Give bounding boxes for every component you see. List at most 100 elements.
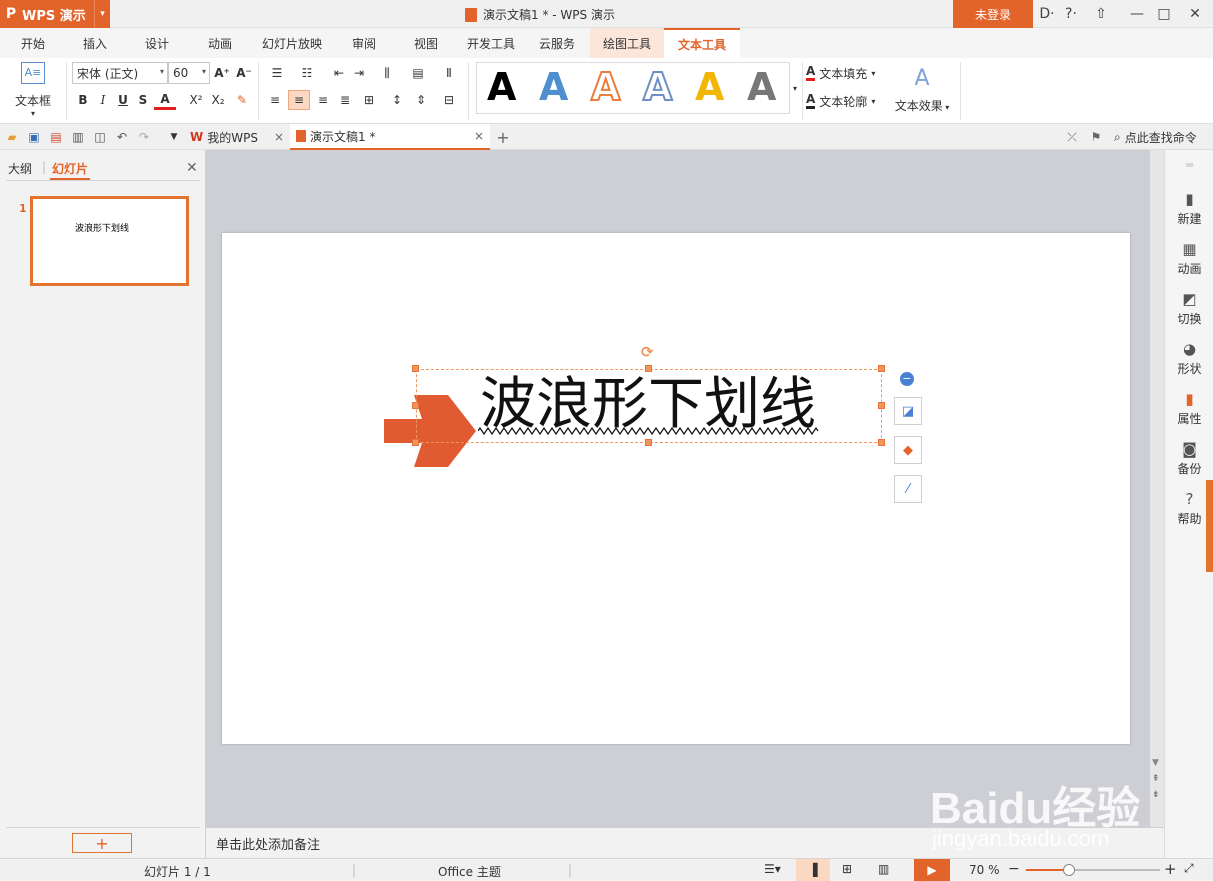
paragraph-spacing-icon[interactable]: ⇕ — [410, 90, 432, 110]
text-style-black[interactable]: A — [487, 65, 516, 109]
align-right-icon[interactable]: ≡ — [314, 90, 332, 110]
pane-expand-handle[interactable] — [1206, 480, 1213, 572]
zoom-level[interactable]: 70 % — [969, 863, 1000, 877]
align-center-icon[interactable]: ≡ — [288, 90, 310, 110]
slide-thumbnail[interactable]: 波浪形下划线 — [30, 196, 189, 286]
font-color-button[interactable]: A — [154, 90, 176, 110]
tab-slideshow[interactable]: 幻灯片放映 — [250, 28, 334, 58]
close-icon[interactable]: × — [274, 130, 284, 144]
resize-handle[interactable] — [878, 439, 885, 446]
text-style-outline-blue[interactable]: A — [642, 64, 673, 110]
share-upload-icon[interactable]: ⇧ — [1090, 0, 1112, 28]
decrease-indent-icon[interactable]: ⇤ — [330, 63, 348, 83]
open-folder-icon[interactable]: ▰ — [4, 129, 20, 145]
tab-outline[interactable]: 大纲 — [8, 160, 32, 177]
notes-toggle-icon[interactable]: ☰▾ — [764, 862, 781, 876]
tab-review[interactable]: 审阅 — [334, 28, 394, 58]
bold-button[interactable]: B — [74, 90, 92, 110]
grow-font-button[interactable]: A⁺ — [212, 63, 232, 83]
tab-insert[interactable]: 插入 — [66, 28, 124, 58]
customize-toolbar-icon[interactable]: ▼ — [166, 129, 182, 145]
close-icon[interactable]: × — [474, 129, 484, 143]
font-size-select[interactable]: 60 ▾ — [168, 62, 210, 84]
paragraph-settings-icon[interactable]: ⊟ — [436, 90, 462, 110]
task-properties-button[interactable]: ▮ 属性 — [1165, 390, 1213, 427]
text-style-orange[interactable]: A — [590, 64, 621, 110]
task-animation-button[interactable]: ▦ 动画 — [1165, 240, 1213, 277]
tab-slides[interactable]: 幻灯片 — [52, 160, 88, 177]
new-tab-icon[interactable]: + — [495, 128, 511, 147]
text-direction-icon[interactable]: ⫼ — [374, 63, 400, 83]
print-icon[interactable]: ▥ — [70, 129, 86, 145]
app-menu-dropdown-icon[interactable]: ▾ — [94, 0, 110, 28]
close-pane-icon[interactable]: ✕ — [186, 160, 198, 176]
scroll-down-icon[interactable]: ▼ — [1152, 758, 1159, 768]
line-spacing-icon[interactable]: ↕ — [386, 90, 408, 110]
tab-document[interactable]: 演示文稿1 * × — [290, 124, 490, 150]
prev-slide-icon[interactable]: ⇞ — [1152, 774, 1160, 784]
fill-bucket-icon[interactable]: ◆ — [894, 436, 922, 464]
bullet-list-icon[interactable]: ☰ — [264, 63, 290, 83]
text-fill-button[interactable]: A 文本填充 ▾ — [806, 62, 875, 84]
help-menu-icon[interactable]: ?· — [1060, 0, 1082, 28]
export-pdf-icon[interactable]: ▤ — [48, 129, 64, 145]
tab-animation[interactable]: 动画 — [190, 28, 250, 58]
align-text-icon[interactable]: ▤ — [404, 63, 432, 83]
text-outline-button[interactable]: A 文本轮廓 ▾ — [806, 90, 875, 112]
resize-handle[interactable] — [878, 365, 885, 372]
play-slideshow-icon[interactable]: ▶ — [914, 859, 950, 881]
distribute-icon[interactable]: ⊞ — [358, 90, 380, 110]
app-menu-button[interactable]: P WPS 演示 ▾ — [0, 0, 110, 28]
minimize-icon[interactable]: — — [1124, 0, 1150, 28]
resize-handle[interactable] — [412, 365, 419, 372]
superscript-button[interactable]: X² — [186, 90, 206, 110]
zoom-in-icon[interactable]: + — [1164, 860, 1177, 878]
undo-icon[interactable]: ↶ — [114, 129, 130, 145]
text-style-blue[interactable]: A — [539, 65, 568, 109]
next-slide-icon[interactable]: ⇟ — [1152, 790, 1160, 800]
font-name-select[interactable]: 宋体 (正文) ▾ — [72, 62, 168, 84]
zoom-slider-thumb[interactable] — [1062, 864, 1075, 876]
italic-button[interactable]: I — [94, 90, 112, 110]
text-columns-icon[interactable]: Ⅱ — [436, 63, 462, 83]
shape-style-icon[interactable]: ◪ — [894, 397, 922, 425]
resize-handle[interactable] — [645, 365, 652, 372]
close-window-icon[interactable]: ✕ — [1182, 0, 1208, 28]
resize-handle[interactable] — [645, 439, 652, 446]
shrink-font-button[interactable]: A⁻ — [234, 63, 254, 83]
text-style-yellow[interactable]: A — [695, 65, 724, 109]
save-icon[interactable]: ▣ — [26, 129, 42, 145]
normal-view-icon[interactable]: ▐ — [796, 859, 830, 881]
justify-icon[interactable]: ≣ — [336, 90, 354, 110]
flag-icon[interactable]: ⚑ — [1088, 129, 1104, 145]
outline-pen-icon[interactable]: ⁄ — [894, 475, 922, 503]
collapse-tools-icon[interactable]: − — [900, 372, 914, 386]
text-effect-button[interactable]: A 文本效果 ▾ — [892, 62, 952, 118]
print-preview-icon[interactable]: ◫ — [92, 129, 108, 145]
gallery-more-icon[interactable]: ▾ — [790, 62, 800, 114]
maximize-icon[interactable]: □ — [1151, 0, 1177, 28]
skin-menu-icon[interactable]: D· — [1036, 0, 1058, 28]
zoom-out-icon[interactable]: − — [1008, 861, 1020, 877]
resize-handle[interactable] — [878, 402, 885, 409]
task-new-button[interactable]: ▮ 新建 — [1165, 190, 1213, 227]
increase-indent-icon[interactable]: ⇥ — [350, 63, 368, 83]
shadow-button[interactable]: S — [134, 90, 152, 110]
numbered-list-icon[interactable]: ☷ — [294, 63, 320, 83]
tab-my-wps[interactable]: W 我的WPS × — [186, 124, 288, 150]
resize-handle[interactable] — [412, 439, 419, 446]
tab-home[interactable]: 开始 — [0, 28, 66, 58]
resize-handle[interactable] — [412, 402, 419, 409]
collapse-ribbon-icon[interactable]: ⤫ — [1064, 129, 1080, 145]
tab-developer[interactable]: 开发工具 — [458, 28, 524, 58]
login-button[interactable]: 未登录 — [953, 0, 1033, 28]
tab-drawing-tools[interactable]: 绘图工具 — [590, 28, 664, 58]
tab-text-tools[interactable]: 文本工具 — [664, 28, 740, 58]
tab-cloud[interactable]: 云服务 — [524, 28, 590, 58]
align-left-icon[interactable]: ≡ — [266, 90, 284, 110]
slide-sorter-icon[interactable]: ⊞ — [842, 862, 852, 876]
find-command-box[interactable]: ⌕ 点此查找命令 — [1114, 124, 1197, 150]
task-shapes-button[interactable]: ◕ 形状 — [1165, 340, 1213, 377]
task-transition-button[interactable]: ◩ 切换 — [1165, 290, 1213, 327]
subscript-button[interactable]: X₂ — [208, 90, 228, 110]
